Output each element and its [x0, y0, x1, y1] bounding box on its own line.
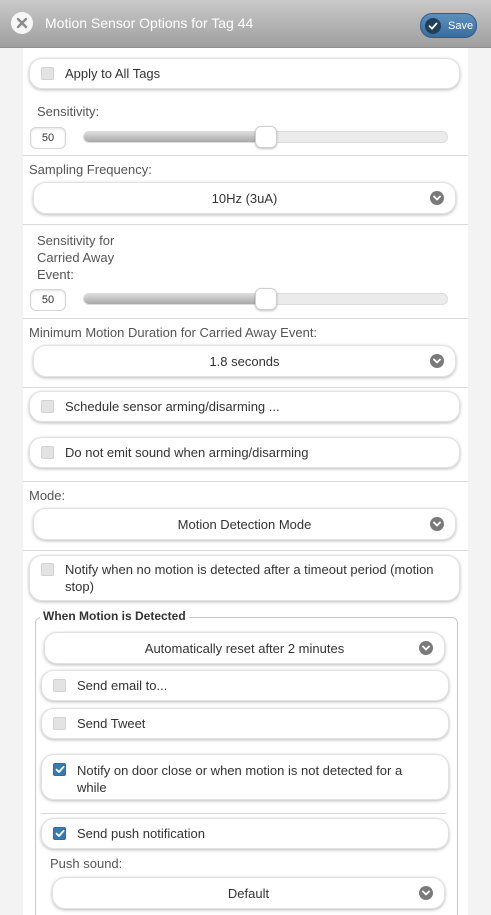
chevron-down-icon [430, 354, 444, 368]
options-panel: Apply to All Tags Sensitivity: 50 Sampli… [23, 48, 468, 915]
schedule-option[interactable]: Schedule sensor arming/disarming ... [29, 391, 460, 422]
send-tweet-checkbox[interactable] [53, 717, 66, 730]
carried-away-label-line-2: Carried Away [37, 250, 115, 265]
divider [23, 155, 468, 156]
mode-select[interactable]: Motion Detection Mode [33, 508, 456, 540]
chevron-down-icon [419, 641, 433, 655]
sensitivity-slider-fill [84, 132, 266, 142]
chevron-down-icon [419, 886, 433, 900]
chevron-down-icon [430, 517, 444, 531]
apply-all-label: Apply to All Tags [65, 66, 161, 81]
carried-away-slider-fill [84, 294, 266, 304]
sampling-frequency-select[interactable]: 10Hz (3uA) [33, 182, 456, 214]
auto-reset-value: Automatically reset after 2 minutes [144, 640, 345, 656]
divider [41, 813, 446, 814]
apply-all-checkbox[interactable] [41, 67, 54, 80]
min-duration-select[interactable]: 1.8 seconds [33, 345, 456, 377]
schedule-checkbox[interactable] [41, 400, 54, 413]
carried-away-sensitivity-input[interactable]: 50 [30, 289, 66, 311]
sensitivity-slider[interactable] [83, 126, 448, 148]
push-sound-label: Push sound: [50, 856, 123, 871]
push-notification-label: Send push notification [77, 826, 205, 841]
divider [23, 387, 468, 388]
divider [23, 224, 468, 225]
push-notification-option[interactable]: Send push notification [41, 818, 449, 849]
sensitivity-slider-handle[interactable] [254, 126, 277, 148]
send-email-label: Send email to... [77, 678, 168, 693]
notify-timeout-label-line-1: Notify when no motion is detected after … [65, 562, 434, 577]
auto-reset-select[interactable]: Automatically reset after 2 minutes [44, 632, 445, 664]
close-icon[interactable] [11, 12, 33, 34]
divider [23, 318, 468, 319]
push-sound-select[interactable]: Default [52, 877, 445, 909]
carried-away-slider-handle[interactable] [254, 288, 277, 310]
dialog-title: Motion Sensor Options for Tag 44 [45, 15, 254, 31]
min-duration-value: 1.8 seconds [209, 353, 280, 369]
check-icon [425, 17, 441, 34]
no-sound-option[interactable]: Do not emit sound when arming/disarming [29, 437, 460, 468]
divider [23, 550, 468, 551]
carried-away-label-line-1: Sensitivity for [37, 233, 115, 248]
no-sound-checkbox[interactable] [41, 446, 54, 459]
save-button[interactable]: Save [420, 13, 477, 38]
carried-away-sensitivity-slider[interactable] [83, 288, 448, 310]
mode-value: Motion Detection Mode [177, 516, 312, 532]
sampling-frequency-label: Sampling Frequency: [29, 162, 152, 177]
push-sound-value: Default [227, 885, 270, 901]
notify-door-label-line-2: while [77, 780, 107, 795]
apply-all-option[interactable]: Apply to All Tags [29, 58, 460, 89]
send-email-option[interactable]: Send email to... [41, 670, 449, 701]
notify-timeout-checkbox[interactable] [41, 563, 54, 576]
sensitivity-label: Sensitivity: [37, 104, 100, 119]
sampling-frequency-value: 10Hz (3uA) [211, 190, 278, 206]
dialog-header: Motion Sensor Options for Tag 44 Save [0, 0, 491, 48]
when-motion-detected-legend: When Motion is Detected [40, 609, 189, 623]
save-button-label: Save [448, 19, 474, 32]
chevron-down-icon [430, 191, 444, 205]
notify-timeout-label-line-2: stop) [65, 579, 94, 594]
carried-away-label-line-3: Event: [37, 267, 74, 282]
push-notification-checkbox[interactable] [53, 827, 66, 840]
send-tweet-label: Send Tweet [77, 716, 146, 731]
mode-label: Mode: [29, 488, 66, 503]
no-sound-label: Do not emit sound when arming/disarming [65, 445, 309, 460]
notify-door-checkbox[interactable] [53, 763, 66, 776]
send-email-checkbox[interactable] [53, 679, 66, 692]
min-duration-label: Minimum Motion Duration for Carried Away… [29, 325, 318, 340]
notify-door-label-line-1: Notify on door close or when motion is n… [77, 763, 403, 778]
notify-timeout-option[interactable]: Notify when no motion is detected after … [29, 555, 460, 601]
notify-door-option[interactable]: Notify on door close or when motion is n… [41, 754, 449, 800]
schedule-label: Schedule sensor arming/disarming ... [65, 399, 280, 414]
sensitivity-input[interactable]: 50 [30, 127, 66, 149]
divider [23, 481, 468, 482]
send-tweet-option[interactable]: Send Tweet [41, 708, 449, 739]
